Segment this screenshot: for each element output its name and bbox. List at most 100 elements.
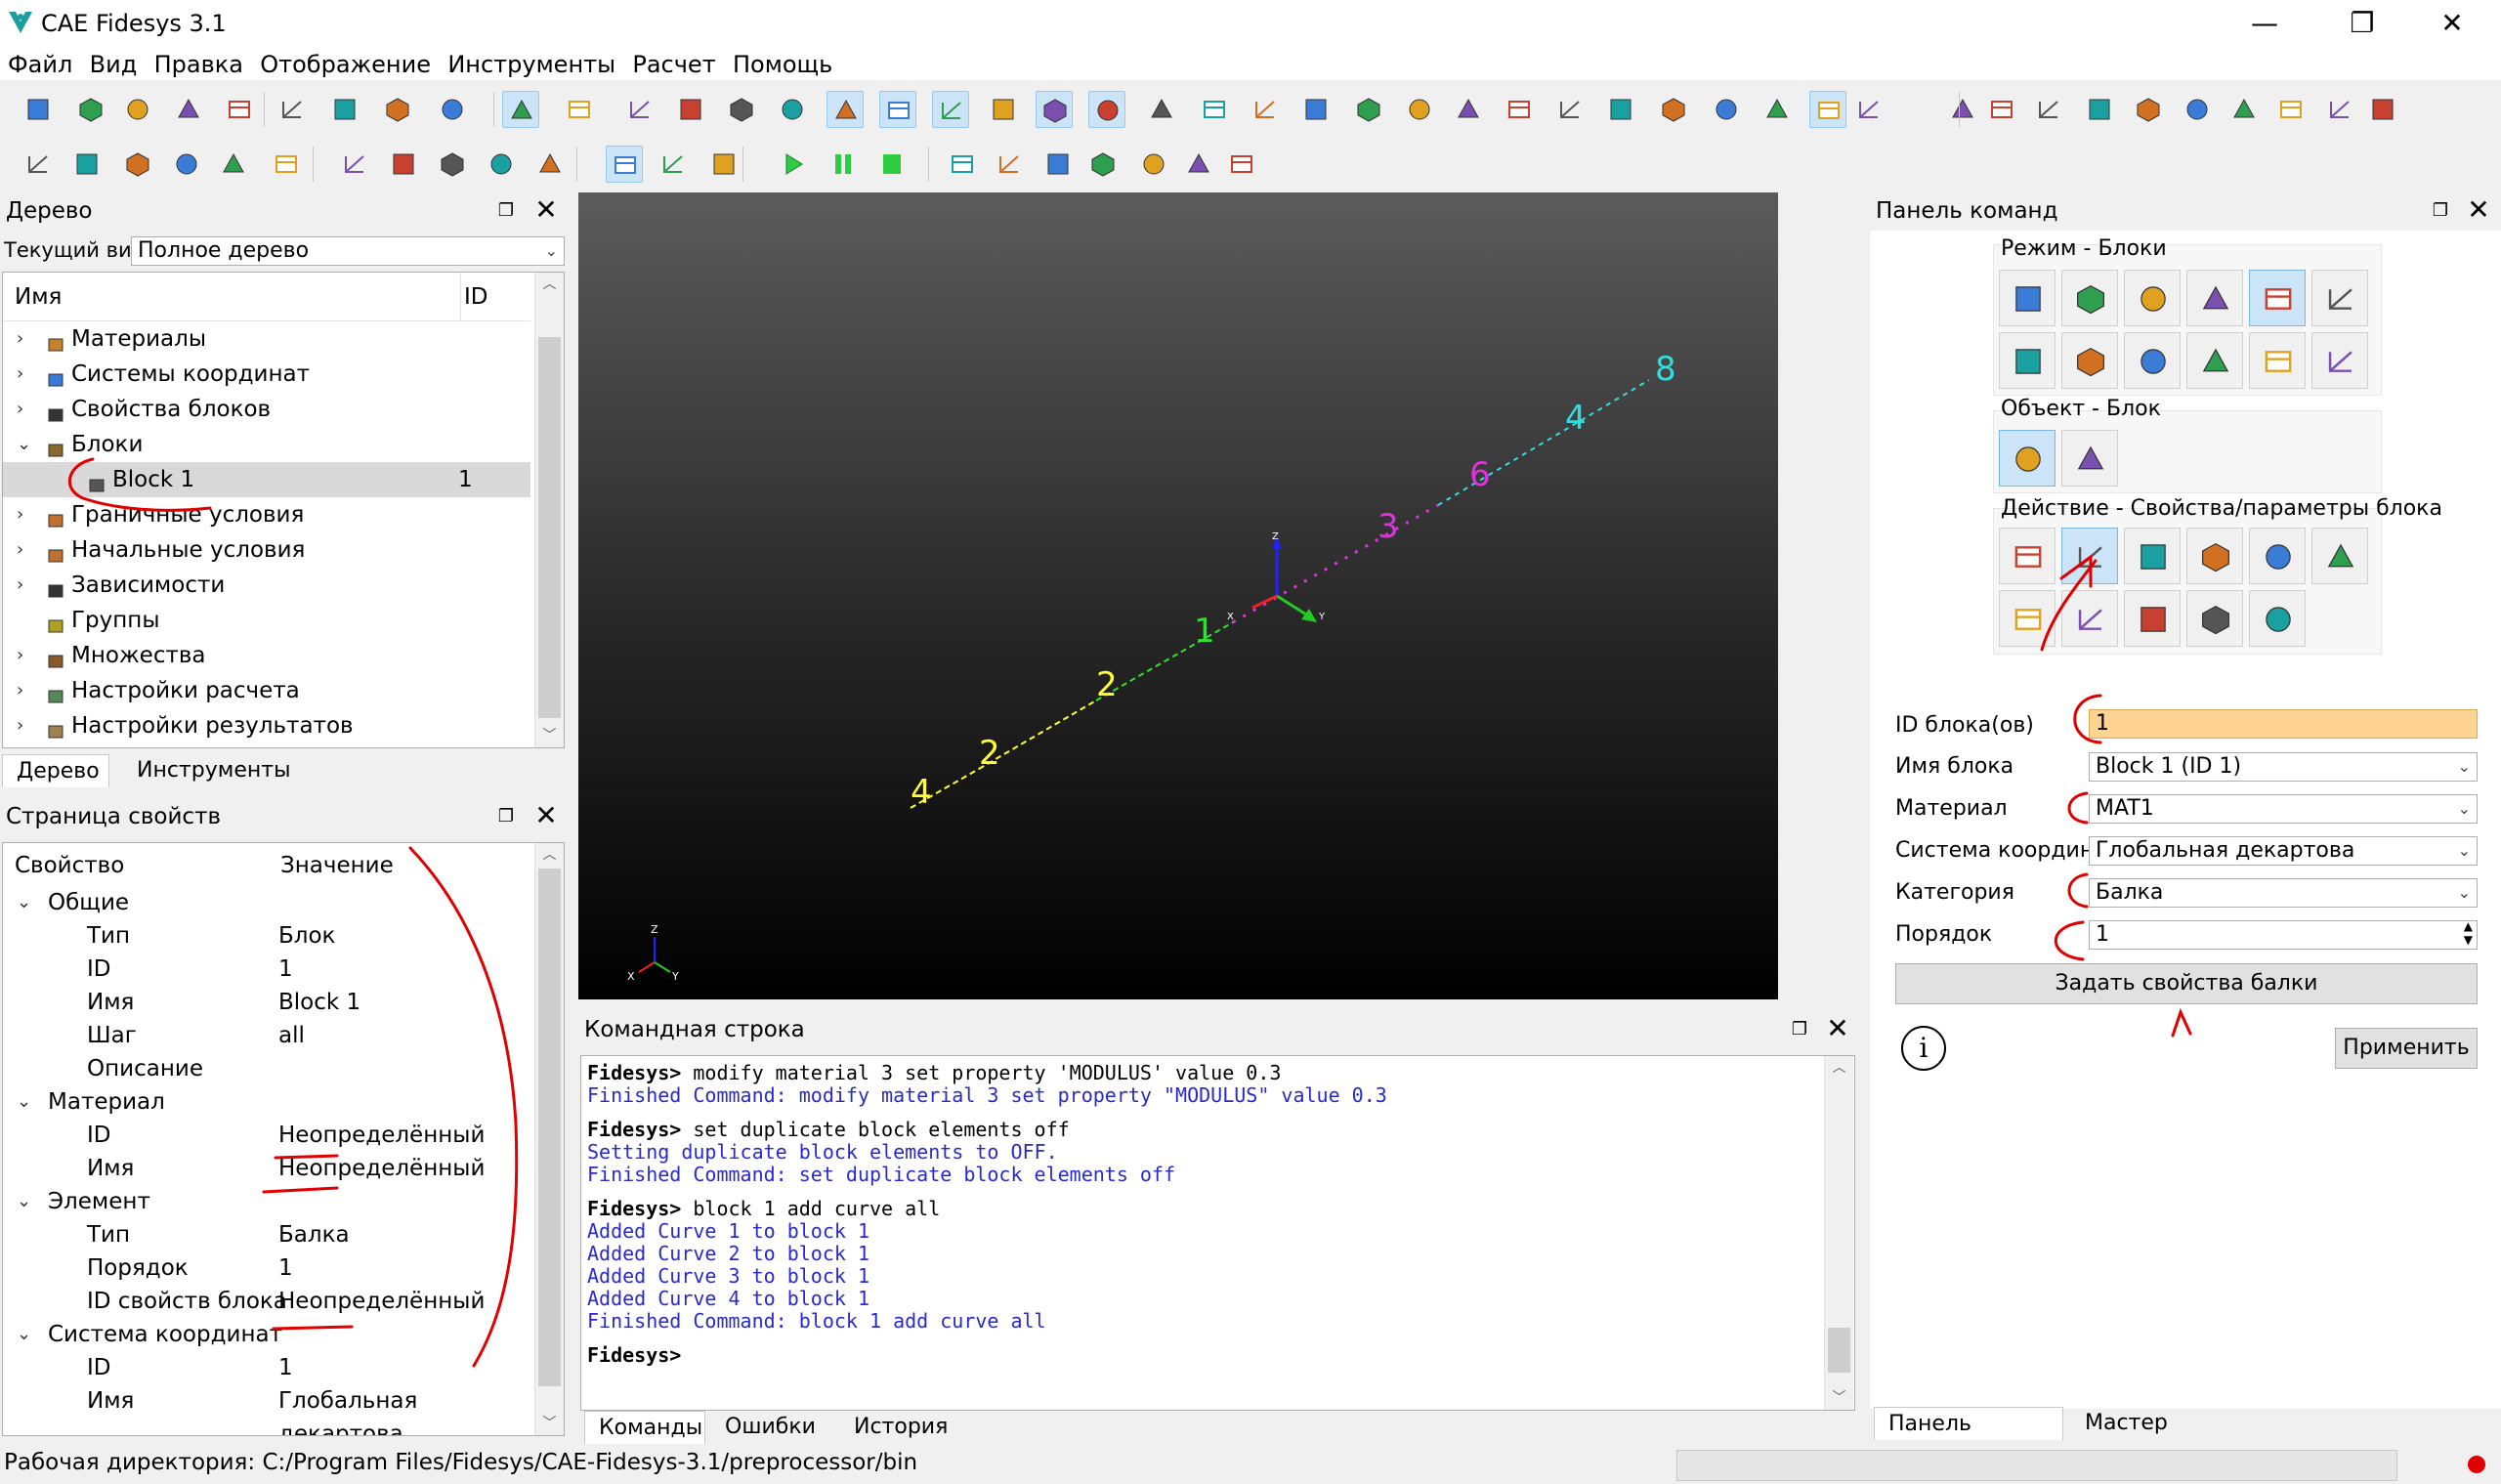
property-row[interactable]: ID Неопределённый [3,1119,530,1152]
property-group[interactable]: ⌄ Общие [3,886,530,919]
command-panel-button[interactable] [2124,528,2181,584]
toolbar-button[interactable] [774,146,811,183]
scroll-up-icon[interactable]: ︿ [535,273,564,296]
float-icon[interactable]: ❐ [494,199,518,223]
console-scrollbar[interactable]: ︿ ﹀ [1824,1056,1853,1410]
command-panel-button[interactable] [1999,528,2056,584]
toolbar-button[interactable] [1602,91,1639,128]
toolbar-button[interactable] [20,146,57,183]
tree-item-block-1[interactable]: Block 1 1 [3,462,530,497]
toolbar-button[interactable] [873,146,911,183]
command-panel-button[interactable] [2061,430,2118,487]
chevron-down-icon[interactable]: ⌄ [17,1085,31,1119]
toolbar-button[interactable] [1084,146,1122,183]
menu-view[interactable]: Вид [82,49,138,80]
toolbar-button[interactable] [723,91,760,128]
property-row[interactable]: Тип Блок [3,919,530,953]
toolbar-button[interactable] [1401,91,1438,128]
toolbar-button[interactable] [1809,91,1846,128]
toolbar-button[interactable] [221,91,258,128]
toolbar-button[interactable] [168,146,205,183]
toolbar-button[interactable] [985,91,1022,128]
property-row[interactable]: Описание [3,1052,530,1085]
chevron-right-icon[interactable]: › [17,568,32,603]
float-icon[interactable]: ❐ [1788,1018,1811,1041]
command-panel-button[interactable] [2124,590,2181,647]
command-panel-button[interactable] [1999,270,2056,326]
scroll-up-icon[interactable]: ︿ [1825,1056,1853,1080]
command-panel-button[interactable] [2186,590,2243,647]
chevron-right-icon[interactable]: › [17,638,32,673]
command-panel-button[interactable] [2124,332,2181,389]
chevron-right-icon[interactable]: › [17,673,32,708]
props-scrollbar[interactable]: ︿ ﹀ [534,843,564,1435]
toolbar-button[interactable] [1196,91,1233,128]
toolbar-button[interactable] [932,91,969,128]
toolbar-button[interactable] [274,91,311,128]
model-view-canvas[interactable]: Z Y X Z Y X 4 2 2 1 3 6 4 8 [578,192,1778,999]
scroll-down-icon[interactable]: ﹀ [535,1412,564,1435]
chevron-down-icon[interactable]: ⌄ [17,1318,31,1351]
tree-item[interactable]: ⌄ Блоки [3,427,530,462]
command-panel-button[interactable] [2311,528,2368,584]
chevron-right-icon[interactable]: › [17,497,32,532]
tree-scrollbar[interactable]: ︿ ﹀ [534,273,564,747]
toolbar-button[interactable] [1180,146,1217,183]
scroll-up-icon[interactable]: ︿ [535,843,564,867]
toolbar-button[interactable] [606,146,643,183]
toolbar-button[interactable] [655,146,692,183]
command-panel-button[interactable] [1999,590,2056,647]
toolbar-button[interactable] [2272,91,2310,128]
toolbar-button[interactable] [379,91,416,128]
maximize-button[interactable]: ❐ [2323,4,2401,43]
toolbar-button[interactable] [1655,91,1692,128]
toolbar-button[interactable] [672,91,709,128]
close-button[interactable]: ✕ [2413,4,2491,43]
command-panel-button[interactable] [2124,270,2181,326]
property-group[interactable]: ⌄ Материал [3,1085,530,1119]
toolbar-button[interactable] [1759,91,1796,128]
chevron-down-icon[interactable]: ⌄ [17,1185,31,1218]
toolbar-button[interactable] [1088,91,1125,128]
toolbar-button[interactable] [215,146,252,183]
toolbar-button[interactable] [2364,91,2401,128]
tree-item[interactable]: › Зависимости [3,568,530,603]
toolbar-button[interactable] [1983,91,2020,128]
menu-calculation[interactable]: Расчет [624,49,715,80]
command-panel-button[interactable] [2186,332,2243,389]
toolbar-button[interactable] [1450,91,1487,128]
toolbar-button[interactable] [2030,91,2067,128]
toolbar-button[interactable] [483,146,520,183]
tree-col-name[interactable]: Имя [15,284,62,310]
toolbar-button[interactable] [68,146,106,183]
toolbar-button[interactable] [621,91,658,128]
tree-item[interactable]: Группы [3,603,530,638]
toolbar-button[interactable] [705,146,742,183]
tree-view-select[interactable]: Полное дерево ⌄ [131,236,565,266]
property-group[interactable]: ⌄ Система координат [3,1318,530,1351]
command-panel-button[interactable] [2311,332,2368,389]
toolbar-button[interactable] [2225,91,2263,128]
toolbar-button[interactable] [774,91,811,128]
block-name-select[interactable]: Block 1 (ID 1) ⌄ [2089,752,2478,782]
toolbar-button[interactable] [531,146,569,183]
toolbar-button[interactable] [20,91,57,128]
command-panel-button[interactable] [2249,332,2306,389]
chevron-right-icon[interactable]: › [17,708,32,743]
coordinate-system-select[interactable]: Глобальная декартова ⌄ [2089,836,2478,866]
toolbar-button[interactable] [879,91,916,128]
property-row[interactable]: Имя Неопределённый [3,1152,530,1185]
toolbar-button[interactable] [434,91,471,128]
toolbar-button[interactable] [1350,91,1387,128]
tab-tree[interactable]: Дерево [2,754,109,787]
menu-edit[interactable]: Правка [147,49,243,80]
toolbar-button[interactable] [827,91,864,128]
toolbar-button[interactable] [1708,91,1745,128]
tab-wizard[interactable]: Мастер [2071,1407,2182,1440]
toolbar-button[interactable] [170,91,207,128]
command-panel-button[interactable] [2061,590,2118,647]
command-panel-button[interactable] [2249,270,2306,326]
toolbar-button[interactable] [268,146,305,183]
close-icon[interactable]: ✕ [533,196,559,224]
tree-item[interactable]: › Свойства блоков [3,392,530,427]
